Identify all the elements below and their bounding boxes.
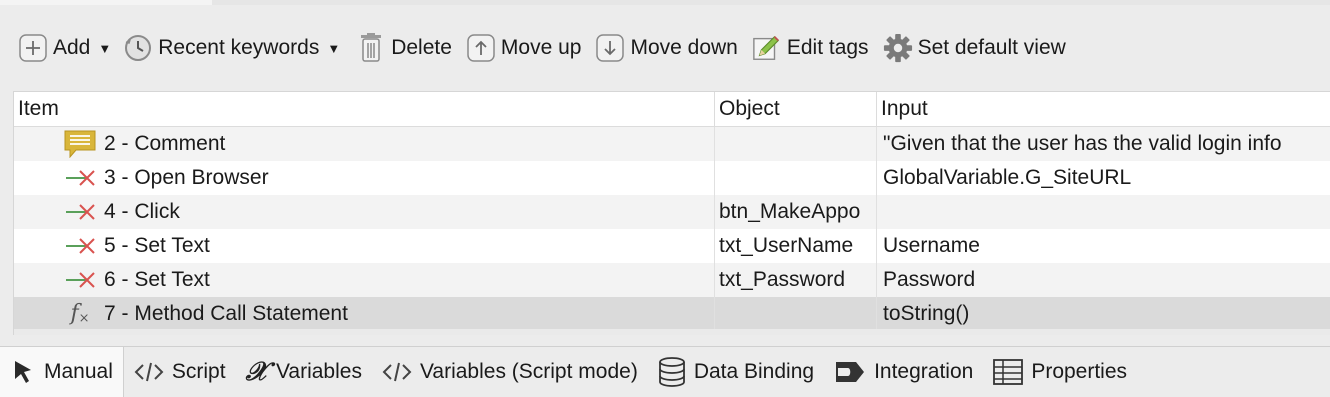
table-row-selected[interactable]: f × 7 - Method Call Statement toString() <box>14 297 1330 331</box>
test-steps-table: Item Object Input 2 - Comment "Given tha… <box>13 91 1330 335</box>
tab-manual[interactable]: Manual <box>0 347 124 397</box>
trash-icon <box>356 33 386 63</box>
chevron-down-icon[interactable]: ▼ <box>327 41 340 56</box>
code-icon <box>382 361 412 383</box>
tab-manual-label: Manual <box>44 360 113 383</box>
gear-icon <box>883 33 913 63</box>
tab-data-binding-label: Data Binding <box>693 360 815 383</box>
function-icon: f × <box>70 301 90 326</box>
tab-variables-script-mode[interactable]: Variables (Script mode) <box>372 347 648 397</box>
input-cell[interactable]: "Given that the user has the valid login… <box>876 127 1330 161</box>
input-cell[interactable]: Username <box>876 229 1330 263</box>
column-header-object[interactable]: Object <box>714 92 879 126</box>
arrow-up-icon <box>466 33 496 63</box>
object-cell[interactable] <box>714 161 875 195</box>
table-header: Item Object Input <box>14 92 1330 127</box>
tab-integration[interactable]: Integration <box>824 347 983 397</box>
object-cell[interactable] <box>714 127 875 161</box>
table-row[interactable]: 6 - Set Text txt_Password Password <box>14 263 1330 297</box>
top-strip-tab <box>0 0 212 5</box>
keyword-arrow-icon <box>62 163 98 193</box>
table-row[interactable]: 4 - Click btn_MakeAppo <box>14 195 1330 229</box>
item-label: 3 - Open Browser <box>104 166 269 189</box>
set-default-view-button[interactable]: Set default view <box>883 26 1066 70</box>
integration-icon <box>834 360 866 384</box>
column-header-item[interactable]: Item <box>14 92 714 126</box>
tab-properties-label: Properties <box>1031 360 1128 383</box>
tab-script[interactable]: Script <box>124 347 236 397</box>
history-clock-icon <box>123 33 153 63</box>
editor-tabs: Manual Script 𝒳 Variables Variables (Scr… <box>0 346 1330 397</box>
edit-tags-button[interactable]: Edit tags <box>752 26 869 70</box>
tab-properties[interactable]: Properties <box>983 347 1137 397</box>
set-default-view-label: Set default view <box>917 36 1066 59</box>
pencil-icon <box>752 33 782 63</box>
item-label: 6 - Set Text <box>104 268 210 291</box>
keyword-arrow-icon <box>62 197 98 227</box>
input-cell[interactable] <box>876 195 1330 229</box>
table-row[interactable]: 2 - Comment "Given that the user has the… <box>14 127 1330 161</box>
item-cell[interactable]: 6 - Set Text <box>62 263 712 297</box>
tab-script-label: Script <box>171 360 226 383</box>
item-cell[interactable]: f × 7 - Method Call Statement <box>62 297 712 331</box>
object-cell[interactable]: txt_Password <box>714 263 875 297</box>
item-label: 2 - Comment <box>104 132 226 155</box>
table-grid-icon <box>993 359 1024 385</box>
tab-variables-script-mode-label: Variables (Script mode) <box>419 360 638 383</box>
plus-icon <box>18 33 48 63</box>
database-icon <box>658 357 686 387</box>
item-label: 4 - Click <box>104 200 180 223</box>
column-header-input[interactable]: Input <box>876 92 1330 126</box>
tab-variables-label: Variables <box>275 360 362 383</box>
item-cell[interactable]: 4 - Click <box>62 195 712 229</box>
delete-label: Delete <box>391 36 452 59</box>
recent-keywords-label: Recent keywords <box>158 36 320 59</box>
move-up-button[interactable]: Move up <box>466 26 582 70</box>
top-strip <box>0 0 1330 5</box>
item-label: 5 - Set Text <box>104 234 210 257</box>
keyword-arrow-icon <box>62 231 98 261</box>
tab-data-binding[interactable]: Data Binding <box>648 347 824 397</box>
comment-icon <box>62 129 98 159</box>
move-down-label: Move down <box>630 36 738 59</box>
object-cell[interactable]: btn_MakeAppo <box>714 195 875 229</box>
recent-keywords-button[interactable]: Recent keywords ▼ <box>123 26 340 70</box>
table-row[interactable]: 5 - Set Text txt_UserName Username <box>14 229 1330 263</box>
tab-variables[interactable]: 𝒳 Variables <box>236 347 372 397</box>
item-cell[interactable]: 2 - Comment <box>62 127 712 161</box>
input-cell[interactable]: GlobalVariable.G_SiteURL <box>876 161 1330 195</box>
move-down-button[interactable]: Move down <box>595 26 738 70</box>
item-cell[interactable]: 3 - Open Browser <box>62 161 712 195</box>
code-icon <box>134 361 164 383</box>
input-cell[interactable]: Password <box>876 263 1330 297</box>
move-up-label: Move up <box>500 36 582 59</box>
toolbar: Add ▼ Recent keywords ▼ Delete Move up M… <box>0 26 1330 70</box>
add-label: Add <box>53 36 91 59</box>
item-label: 7 - Method Call Statement <box>104 302 348 325</box>
keyword-arrow-icon <box>62 265 98 295</box>
arrow-down-icon <box>595 33 625 63</box>
add-button[interactable]: Add ▼ <box>18 26 111 70</box>
chevron-down-icon[interactable]: ▼ <box>98 41 111 56</box>
edit-tags-label: Edit tags <box>786 36 869 59</box>
delete-button[interactable]: Delete <box>356 26 452 70</box>
variable-x-icon: 𝒳 <box>245 356 268 387</box>
table-row[interactable]: 3 - Open Browser GlobalVariable.G_SiteUR… <box>14 161 1330 195</box>
item-cell[interactable]: 5 - Set Text <box>62 229 712 263</box>
cursor-arrow-icon <box>12 359 36 385</box>
table-scroll-area <box>14 329 1330 335</box>
input-cell[interactable]: toString() <box>876 297 1330 331</box>
object-cell[interactable]: txt_UserName <box>714 229 875 263</box>
tab-integration-label: Integration <box>874 360 974 383</box>
object-cell[interactable] <box>714 297 875 331</box>
